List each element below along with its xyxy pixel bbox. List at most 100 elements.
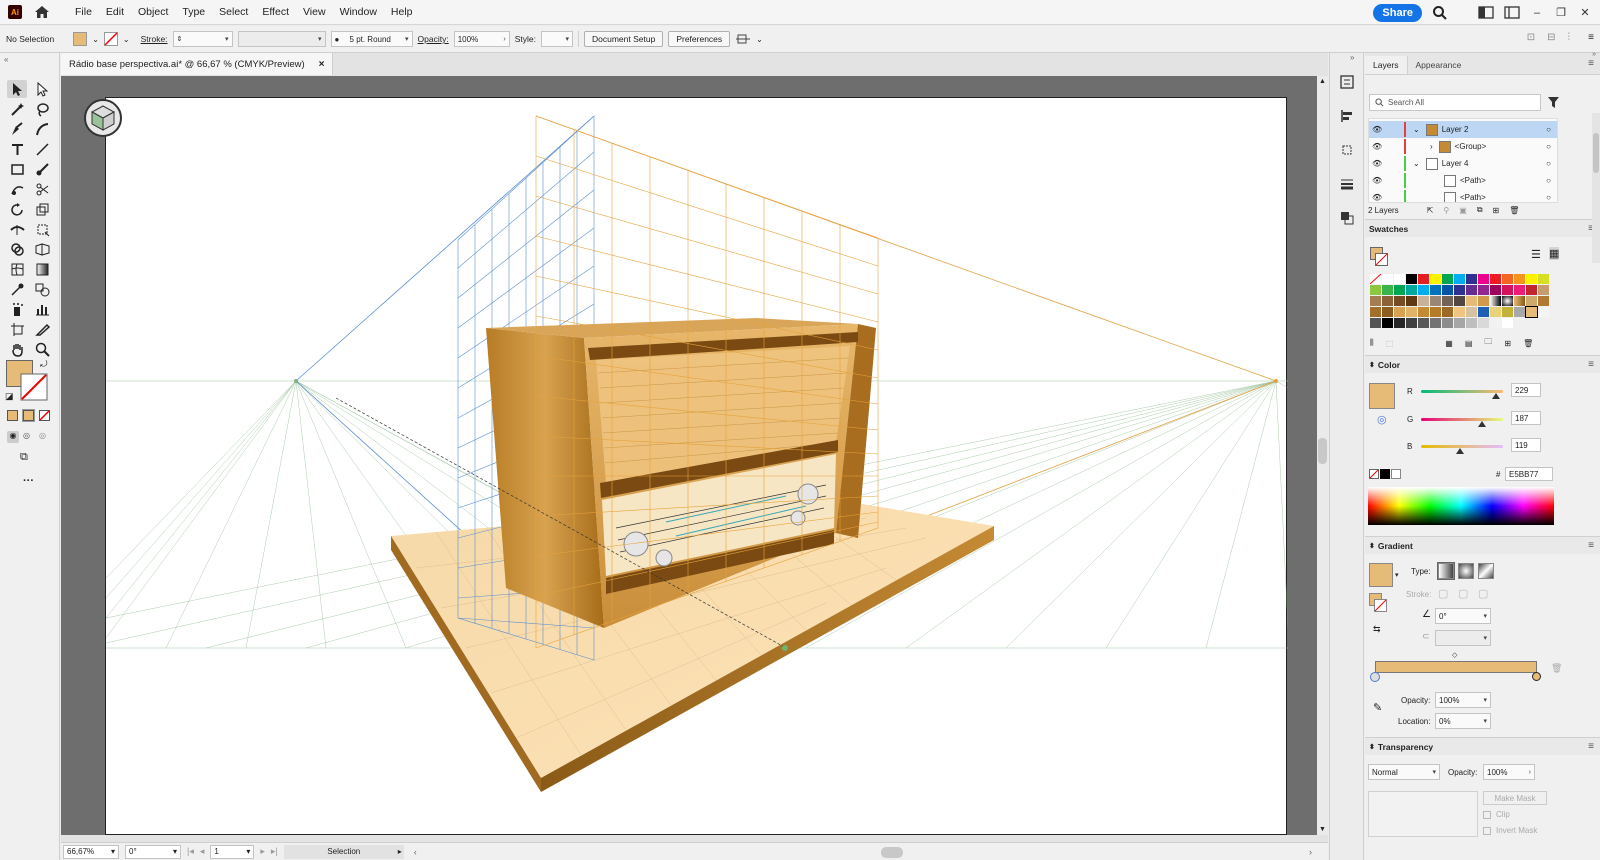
swatch[interactable] — [1370, 285, 1381, 295]
tab-appearance[interactable]: Appearance — [1408, 56, 1470, 74]
panel-menu-icon[interactable]: ≡ — [1588, 58, 1594, 69]
swatch[interactable] — [1430, 274, 1441, 284]
blend-mode-dropdown[interactable]: Normal ▾ — [1368, 764, 1440, 780]
swatch[interactable] — [1466, 285, 1477, 295]
swatch-none[interactable] — [1369, 273, 1382, 285]
swatch[interactable] — [1478, 307, 1489, 317]
blue-value-field[interactable]: 119 — [1511, 438, 1541, 452]
gradient-aspect-field[interactable]: ▾ — [1435, 630, 1491, 646]
gradient-location-field[interactable]: 0% ▾ — [1435, 713, 1491, 729]
menu-view[interactable]: View — [296, 6, 333, 18]
rectangle-tool[interactable] — [7, 160, 27, 178]
swatch[interactable] — [1442, 274, 1453, 284]
gradient-stop-right[interactable] — [1532, 672, 1541, 681]
magic-wand-tool[interactable] — [7, 100, 27, 118]
artboard-number-field[interactable]: 1 ▾ — [210, 844, 255, 859]
brush-definition-dropdown[interactable]: ● 5 pt. Round ▾ — [330, 31, 413, 47]
layer-row-path[interactable]: 👁 <Path> ○ — [1369, 172, 1557, 189]
swatch[interactable] — [1454, 307, 1465, 317]
shaper-tool[interactable] — [7, 180, 27, 198]
swatch[interactable] — [1406, 318, 1417, 328]
swatch[interactable] — [1466, 307, 1477, 317]
perspective-artwork[interactable] — [106, 98, 1288, 836]
swatch[interactable] — [1394, 285, 1405, 295]
stroke-panel-icon[interactable] — [1338, 175, 1356, 193]
trash-icon[interactable]: 🗑 — [1523, 339, 1533, 348]
swatch[interactable] — [1442, 318, 1453, 328]
perspective-grid-tool[interactable] — [32, 240, 52, 258]
draw-inside-icon[interactable]: ◎ — [39, 431, 46, 440]
target-icon[interactable]: ○ — [1546, 159, 1551, 168]
green-slider[interactable] — [1421, 418, 1503, 421]
rotate-tool[interactable] — [7, 200, 27, 218]
hand-tool[interactable] — [7, 340, 27, 358]
minimize-icon[interactable]: – — [1530, 7, 1544, 19]
swatch[interactable] — [1466, 274, 1477, 284]
swatch-stroke-indicator[interactable] — [1375, 253, 1388, 266]
swatch[interactable] — [1394, 296, 1405, 306]
home-icon[interactable] — [34, 5, 50, 19]
swatch[interactable] — [1406, 285, 1417, 295]
eye-icon[interactable]: 👁 — [1372, 176, 1386, 185]
layers-search-field[interactable]: Search All — [1369, 94, 1541, 111]
curvature-tool[interactable] — [32, 120, 52, 138]
chevron-down-icon[interactable]: ⌄ — [123, 35, 130, 44]
swatch[interactable] — [1418, 307, 1429, 317]
swatch[interactable] — [1526, 296, 1537, 306]
swatch[interactable] — [1454, 296, 1465, 306]
fill-color-swatch[interactable] — [73, 32, 88, 46]
layer-name[interactable]: Layer 4 — [1442, 159, 1469, 168]
plane-switching-widget[interactable] — [83, 98, 123, 138]
draw-behind-icon[interactable]: ◎ — [23, 431, 30, 440]
layer-name[interactable]: <Path> — [1460, 193, 1486, 202]
locate-object-icon[interactable]: ⚲ — [1443, 206, 1449, 215]
artboard-tool[interactable] — [7, 320, 27, 338]
layer-row-layer-2[interactable]: 👁 ⌄ Layer 2 ○ — [1369, 121, 1557, 138]
draw-normal-icon[interactable]: ◉ — [7, 431, 19, 443]
scroll-down-icon[interactable]: ▼ — [1319, 826, 1326, 833]
swatch[interactable] — [1538, 296, 1549, 306]
swatch[interactable] — [1514, 274, 1525, 284]
hex-field[interactable]: E5BB77 — [1505, 467, 1553, 481]
swatch[interactable] — [1430, 296, 1441, 306]
type-tool[interactable] — [7, 140, 27, 158]
swatch[interactable] — [1502, 318, 1513, 328]
swatch-options-icon[interactable]: ▤ — [1465, 339, 1473, 348]
horizontal-scroll-thumb[interactable] — [881, 847, 903, 858]
layer-name[interactable]: Layer 2 — [1442, 125, 1469, 134]
arrange-icon[interactable] — [735, 32, 751, 46]
red-value-field[interactable]: 229 — [1511, 383, 1541, 397]
chevron-down-icon[interactable]: ▾ — [173, 847, 177, 856]
swatches-header[interactable]: Swatches ≡ — [1365, 219, 1600, 237]
chevron-down-icon[interactable]: ⌄ — [756, 35, 763, 44]
opacity-label[interactable]: Opacity: — [418, 34, 449, 44]
eye-icon[interactable]: 👁 — [1372, 125, 1386, 134]
fill-mode-color[interactable] — [7, 410, 18, 421]
vertical-scrollbar[interactable]: ▲ ▼ — [1317, 76, 1328, 835]
paintbrush-tool[interactable] — [32, 160, 52, 178]
swatch[interactable] — [1502, 285, 1513, 295]
menu-effect[interactable]: Effect — [255, 6, 296, 18]
black-color-chip[interactable] — [1380, 469, 1390, 479]
gradient-angle-field[interactable]: 0° ▾ — [1435, 608, 1491, 624]
make-mask-button[interactable]: Make Mask — [1483, 791, 1547, 805]
next-artboard-icon[interactable]: ▸ — [260, 846, 265, 857]
swatch[interactable] — [1502, 307, 1513, 317]
swatch[interactable] — [1382, 307, 1393, 317]
panel-menu-icon[interactable]: ≡ — [1588, 741, 1594, 752]
width-tool[interactable] — [7, 220, 27, 238]
swatch[interactable] — [1370, 307, 1381, 317]
search-icon[interactable] — [1432, 5, 1448, 21]
swap-fill-stroke-icon[interactable]: ⤾ — [40, 359, 48, 370]
free-transform-tool[interactable] — [32, 220, 52, 238]
scale-tool[interactable] — [32, 200, 52, 218]
document-tab[interactable]: Rádio base perspectiva.ai* @ 66,67 % (CM… — [61, 53, 334, 75]
export-icon[interactable]: ⇱ — [1427, 206, 1434, 215]
default-fill-stroke-icon[interactable]: ◪ — [5, 391, 14, 402]
menu-object[interactable]: Object — [131, 6, 175, 18]
slice-tool[interactable] — [32, 320, 52, 338]
close-window-icon[interactable]: ✕ — [1578, 7, 1592, 19]
scroll-thumb[interactable] — [1593, 133, 1599, 173]
restore-icon[interactable]: ❐ — [1554, 7, 1568, 19]
chevron-right-icon[interactable]: › — [1430, 142, 1433, 151]
